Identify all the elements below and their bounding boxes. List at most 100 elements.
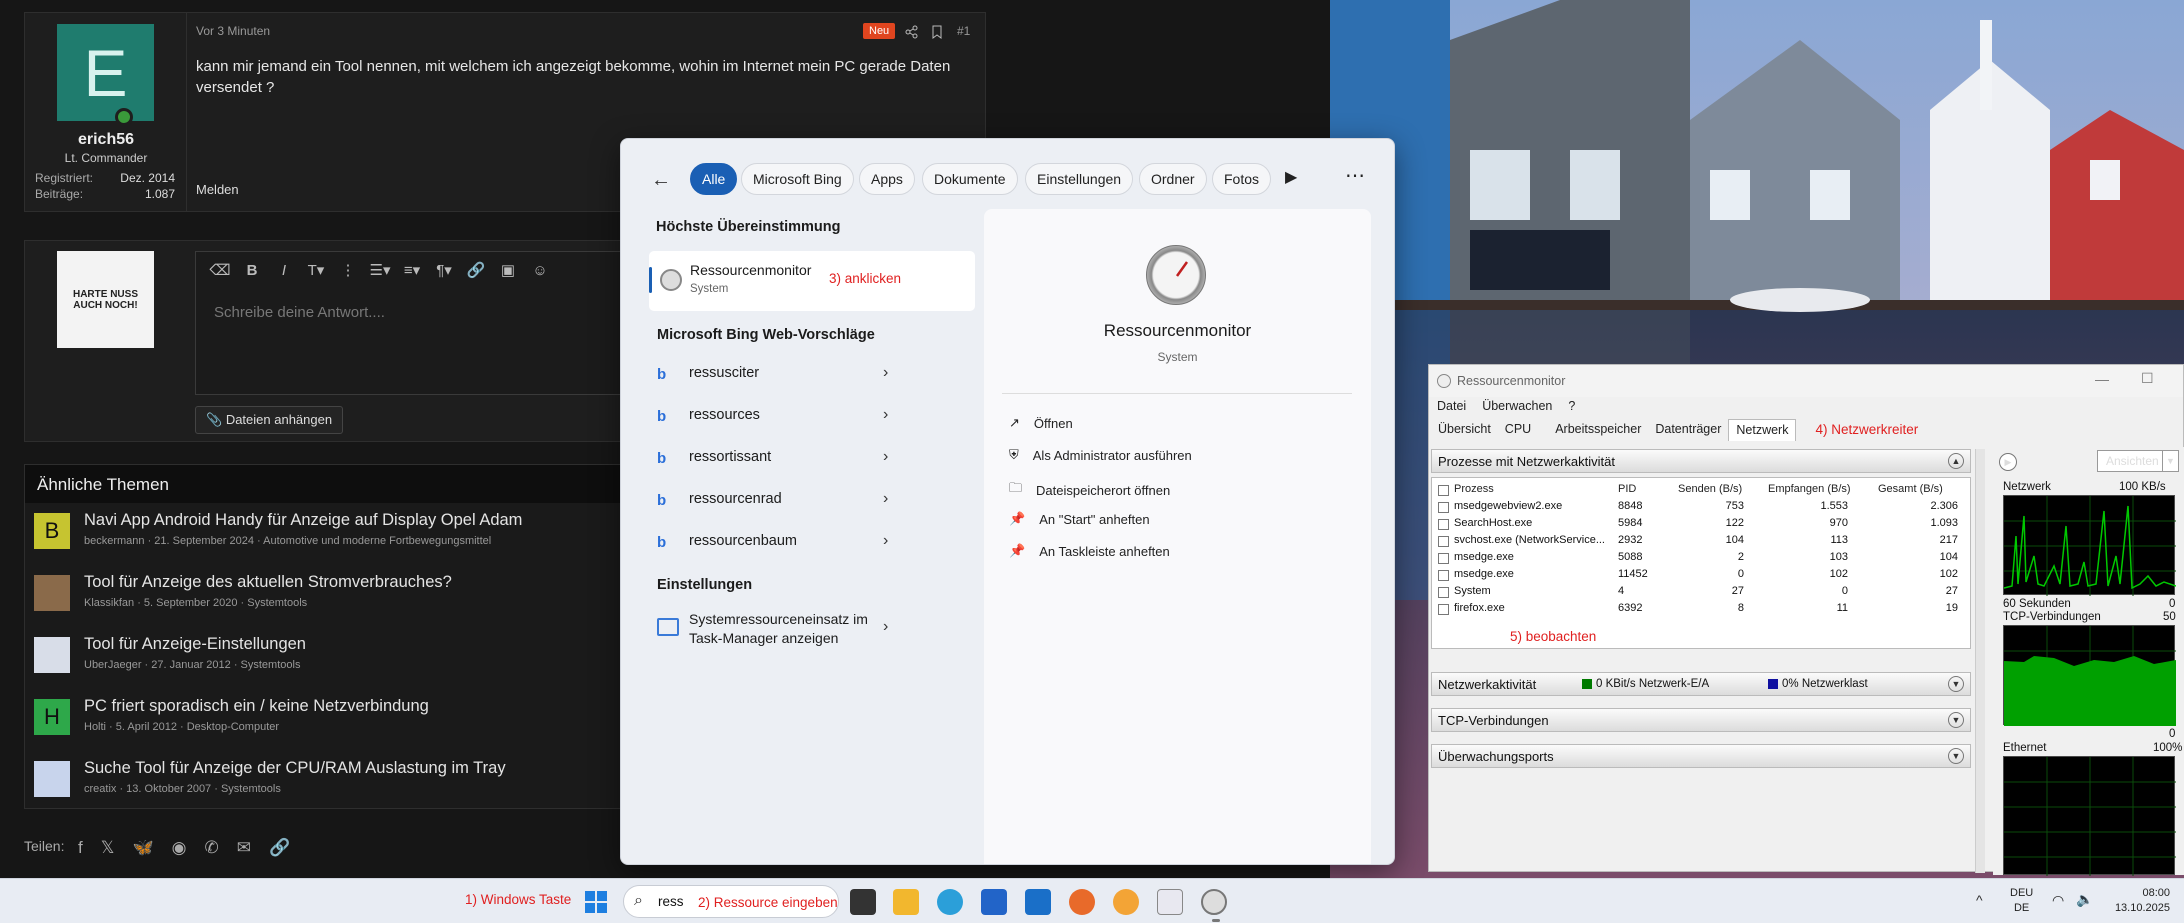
col-receive[interactable]: Empfangen (B/s) — [1768, 483, 1851, 495]
table-row[interactable]: System 4 27 0 27 — [1432, 584, 1972, 601]
action-run-as-admin[interactable]: ⛨ Als Administrator ausführen — [1009, 447, 1192, 463]
thread-item[interactable]: Tool für Anzeige des aktuellen Stromverb… — [25, 567, 625, 627]
firefox-icon[interactable] — [1069, 889, 1095, 915]
post-number[interactable]: #1 — [957, 24, 970, 38]
action-pin-start[interactable]: 📌 An "Start" anheften — [1009, 511, 1150, 527]
thread-title[interactable]: PC friert sporadisch ein / keine Netzver… — [84, 697, 429, 716]
table-row[interactable]: firefox.exe 6392 8 11 19 — [1432, 601, 1972, 618]
menu-help[interactable]: ? — [1568, 399, 1575, 413]
chevron-up-icon[interactable]: ^ — [1976, 892, 1983, 908]
filter-tab-all[interactable]: Alle — [690, 163, 738, 195]
link-icon[interactable]: 🔗 — [269, 838, 290, 858]
row-checkbox[interactable] — [1438, 536, 1449, 547]
network-activity-section-header[interactable]: Netzwerkaktivität 0 KBit/s Netzwerk-E/A … — [1431, 672, 1971, 696]
filter-tab-photos[interactable]: Fotos — [1212, 163, 1272, 195]
chevron-down-icon[interactable]: ▼ — [1948, 712, 1964, 728]
maximize-icon[interactable]: ☐ — [2141, 370, 2154, 387]
col-pid[interactable]: PID — [1618, 483, 1636, 495]
avatar[interactable]: E — [57, 24, 154, 121]
table-row[interactable]: msedge.exe 11452 0 102 102 — [1432, 567, 1972, 584]
task-view-icon[interactable] — [850, 889, 876, 915]
thread-item[interactable]: B Navi App Android Handy für Anzeige auf… — [25, 505, 625, 565]
clock[interactable]: 08:00 13.10.2025 — [2108, 886, 2170, 916]
more-options-icon[interactable]: ⋯ — [1345, 163, 1365, 188]
select-all-checkbox[interactable] — [1438, 485, 1449, 496]
filter-tab-folders[interactable]: Ordner — [1139, 163, 1207, 195]
thread-item[interactable]: H PC friert sporadisch ein / keine Netzv… — [25, 691, 625, 751]
action-open[interactable]: ↗ Öffnen — [1009, 415, 1073, 431]
filter-tab-documents[interactable]: Dokumente — [922, 163, 1018, 195]
chevron-down-icon[interactable]: ▼ — [1948, 676, 1964, 692]
best-match-item[interactable]: Ressourcenmonitor System 3) anklicken — [649, 251, 975, 311]
tab-memory[interactable]: Arbeitsspeicher — [1548, 419, 1648, 441]
settings-app-icon[interactable] — [1113, 889, 1139, 915]
image-icon[interactable]: ▣ — [492, 256, 524, 284]
bing-suggestion[interactable]: b ressourcenrad › — [649, 482, 979, 522]
thread-title[interactable]: Tool für Anzeige des aktuellen Stromverb… — [84, 573, 452, 592]
attach-files-button[interactable]: 📎 Dateien anhängen — [195, 406, 344, 434]
thread-title[interactable]: Suche Tool für Anzeige der CPU/RAM Ausla… — [84, 759, 506, 778]
menu-monitor[interactable]: Überwachen — [1482, 399, 1552, 413]
file-explorer-icon[interactable] — [893, 889, 919, 915]
bing-suggestion[interactable]: b ressusciter › — [649, 356, 979, 396]
language-indicator[interactable]: DEU DE — [2010, 886, 2033, 916]
bold-icon[interactable]: B — [236, 256, 268, 284]
col-process[interactable]: Prozess — [1454, 483, 1494, 495]
chevron-down-icon[interactable]: ▼ — [1948, 748, 1964, 764]
post-time[interactable]: Vor 3 Minuten — [196, 24, 270, 38]
more-tabs-icon[interactable]: ▶ — [1285, 167, 1297, 187]
store-icon[interactable] — [981, 889, 1007, 915]
username[interactable]: erich56 — [25, 131, 187, 149]
col-send[interactable]: Senden (B/s) — [1678, 483, 1742, 495]
tab-cpu[interactable]: CPU — [1498, 419, 1538, 441]
taskbar-search-box[interactable]: ⌕ ress 2) Ressource eingeben — [623, 885, 839, 918]
reddit-icon[interactable]: ◉ — [172, 838, 187, 858]
menu-file[interactable]: Datei — [1437, 399, 1466, 413]
ports-section-header[interactable]: Überwachungsports ▼ — [1431, 744, 1971, 768]
minimize-icon[interactable]: — — [2095, 371, 2109, 387]
share-icon[interactable] — [905, 25, 919, 39]
emoji-icon[interactable]: ☺ — [524, 256, 556, 284]
scrollbar[interactable] — [1975, 449, 1985, 873]
action-pin-taskbar[interactable]: 📌 An Taskleiste anheften — [1009, 543, 1170, 559]
back-arrow-icon[interactable]: ← — [651, 169, 671, 192]
thread-title[interactable]: Tool für Anzeige-Einstellungen — [84, 635, 306, 654]
row-checkbox[interactable] — [1438, 519, 1449, 530]
action-open-file-location[interactable]: 🗀 Dateispeicherort öffnen — [1009, 479, 1170, 501]
font-size-icon[interactable]: T▾ — [300, 256, 332, 284]
chevron-up-icon[interactable]: ▲ — [1948, 453, 1964, 469]
thread-item[interactable]: Suche Tool für Anzeige der CPU/RAM Ausla… — [25, 753, 625, 813]
tab-network[interactable]: Netzwerk — [1728, 419, 1797, 441]
table-row[interactable]: msedge.exe 5088 2 103 104 — [1432, 550, 1972, 567]
link-icon[interactable]: 🔗 — [460, 256, 492, 284]
resource-monitor-taskbar-icon[interactable] — [1201, 889, 1227, 915]
dropdown-icon[interactable]: ▼ — [2162, 451, 2178, 471]
paragraph-icon[interactable]: ¶▾ — [428, 256, 460, 284]
bing-suggestion[interactable]: b ressortissant › — [649, 440, 979, 480]
solitaire-icon[interactable] — [1157, 889, 1183, 915]
processes-section-header[interactable]: Prozesse mit Netzwerkaktivität ▲ — [1431, 449, 1971, 473]
views-button[interactable]: Ansichten ▼ — [2097, 450, 2179, 472]
bing-suggestion[interactable]: b ressources › — [649, 398, 979, 438]
bluesky-icon[interactable]: 🦋 — [132, 838, 153, 858]
filter-tab-settings[interactable]: Einstellungen — [1025, 163, 1134, 195]
row-checkbox[interactable] — [1438, 587, 1449, 598]
speaker-icon[interactable]: 🔈 — [2076, 891, 2093, 908]
bookmark-icon[interactable] — [931, 25, 943, 39]
search-input[interactable]: ress — [658, 894, 684, 909]
expand-panel-icon[interactable]: ▶ — [1999, 453, 2017, 471]
italic-icon[interactable]: I — [268, 256, 300, 284]
row-checkbox[interactable] — [1438, 570, 1449, 581]
table-row[interactable]: SearchHost.exe 5984 122 970 1.093 — [1432, 516, 1972, 533]
row-checkbox[interactable] — [1438, 502, 1449, 513]
email-icon[interactable]: ✉ — [237, 838, 251, 858]
clear-format-icon[interactable]: ⌫ — [204, 256, 236, 284]
whatsapp-icon[interactable]: ✆ — [204, 838, 218, 858]
settings-item[interactable]: Systemressourceneinsatz im Task-Manager … — [649, 606, 979, 658]
wifi-icon[interactable]: ◠ — [2052, 892, 2064, 909]
row-checkbox[interactable] — [1438, 604, 1449, 615]
table-row[interactable]: svchost.exe (NetworkService... 2932 104 11… — [1432, 533, 1972, 550]
tab-disk[interactable]: Datenträger — [1648, 419, 1728, 441]
bing-suggestion[interactable]: b ressourcenbaum › — [649, 524, 979, 564]
thread-item[interactable]: Tool für Anzeige-Einstellungen UberJaege… — [25, 629, 625, 689]
